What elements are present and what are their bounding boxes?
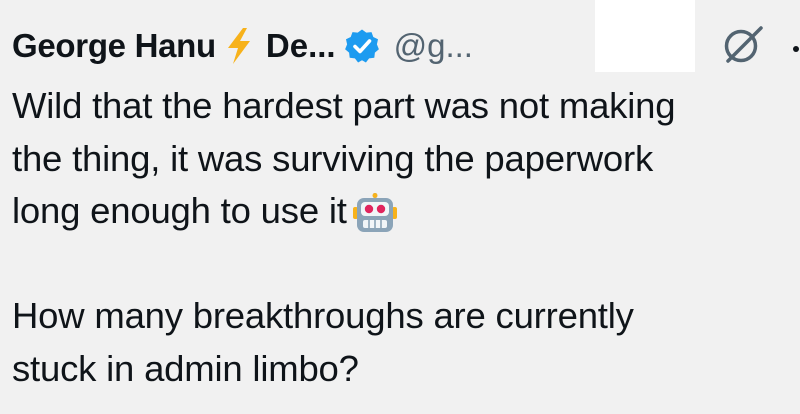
tweet-text-line-1: Wild that the hardest part was not makin…: [12, 85, 676, 126]
tweet-text-line-3-text: long enough to use it: [12, 190, 347, 231]
lightning-bolt-icon: [224, 27, 254, 65]
tweet-text-line-4: How many breakthroughs are currently: [12, 295, 634, 336]
redacted-area: [595, 0, 695, 72]
grok-icon[interactable]: [720, 22, 766, 68]
verified-badge-icon: [344, 28, 380, 64]
robot-face-emoji-icon: [352, 193, 397, 248]
author-name[interactable]: George Hanu: [12, 27, 216, 65]
display-name-suffix[interactable]: De...: [266, 27, 336, 65]
author-handle[interactable]: @g...: [394, 27, 473, 65]
tweet-text-line-5: stuck in admin limbo?: [12, 347, 359, 389]
more-options-icon[interactable]: [793, 46, 799, 52]
tweet-text-line-3: long enough to use it: [12, 185, 796, 238]
tweet-body: Wild that the hardest part was not makin…: [12, 80, 796, 395]
tweet-text-line-2: the thing, it was surviving the paperwor…: [12, 137, 654, 179]
